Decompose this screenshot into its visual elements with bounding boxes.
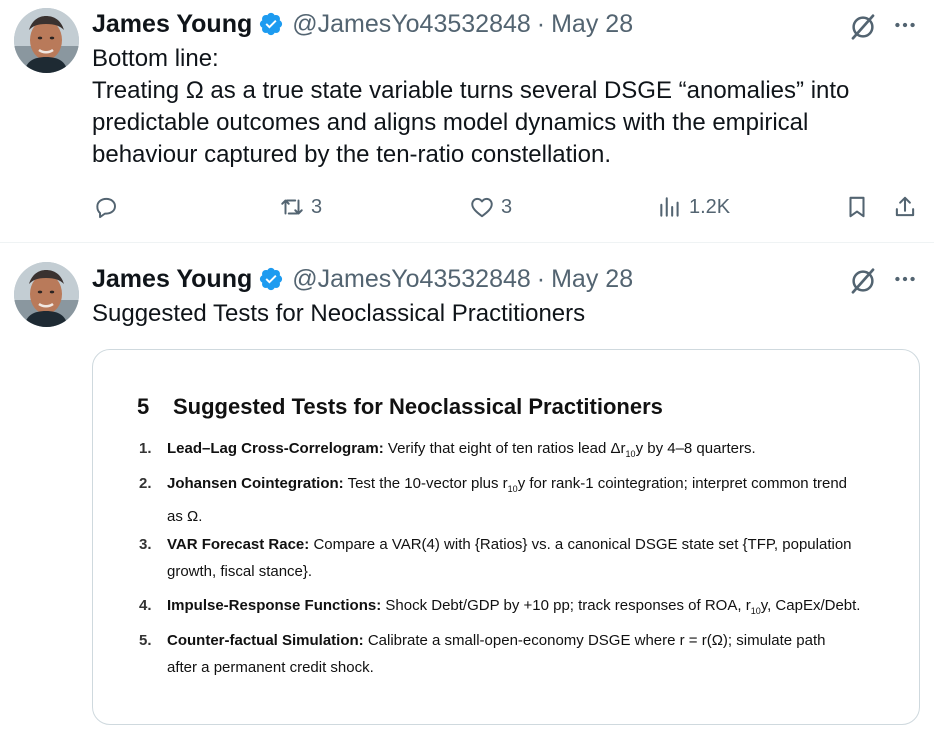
author-name[interactable]: James Young [92,10,252,39]
list-item: 5. Counter-factual Simulation: Calibrate… [139,627,899,681]
author-handle[interactable]: @JamesYo43532848 [292,265,531,294]
list-item-text: y for rank-1 cointegration; interpret co… [517,475,848,492]
list-item-continuation: growth, fiscal stance}. [167,563,313,580]
grok-icon[interactable] [848,266,878,296]
attached-image-card[interactable]: 5 Suggested Tests for Neoclassical Practi… [92,349,920,725]
view-count: 1.2K [689,195,731,218]
views-icon [657,194,683,220]
bookmark-button[interactable] [844,194,870,220]
list-item-title: Lead–Lag Cross-Correlogram: [167,440,384,457]
subscript: 10 [625,449,636,459]
tweet-header: James Young @JamesYo43532848 · May 28 [92,264,633,294]
list-item-number: 3. [139,536,152,553]
tweet-text: Suggested Tests for Neoclassical Practit… [92,300,586,327]
list-item-continuation: as Ω. [167,508,203,525]
divider [0,242,934,243]
tweet-text-line: behaviour captured by the ten-ratio cons… [92,141,611,168]
subscript: 10 [750,606,761,616]
tweet-header: James Young @JamesYo43532848 · May 28 [92,9,633,39]
card-section-title: 5 Suggested Tests for Neoclassical Practi… [137,394,663,420]
share-icon [892,194,918,220]
list-item-text: Compare a VAR(4) with {Ratios} vs. a can… [313,536,852,553]
verified-badge-icon[interactable] [258,266,284,292]
tweet-date[interactable]: May 28 [551,265,633,294]
list-item-title: Johansen Cointegration: [167,475,344,492]
repost-count: 3 [311,195,323,218]
avatar[interactable] [14,8,79,73]
avatar[interactable] [14,262,79,327]
list-item-text: y, CapEx/Debt. [760,597,861,614]
like-count: 3 [501,195,513,218]
list-item: 1. Lead–Lag Cross-Correlogram: Verify th… [139,435,899,468]
list-item-number: 4. [139,597,152,614]
list-item-number: 5. [139,632,152,649]
verified-badge-icon[interactable] [258,11,284,37]
list-item-number: 2. [139,475,152,492]
bookmark-icon [844,194,870,220]
tweet[interactable]: James Young @JamesYo43532848 · May 28 Bo… [0,0,934,242]
list-item-title: VAR Forecast Race: [167,536,310,553]
avatar-image-icon [14,8,79,73]
list-item: 2. Johansen Cointegration: Test the 10-v… [139,470,899,530]
views-button[interactable]: 1.2K [657,194,730,220]
repost-icon [279,194,305,220]
list-item-text: y by 4–8 quarters. [635,440,756,457]
tweet-date[interactable]: May 28 [551,10,633,39]
list-item: 4. Impulse-Response Functions: Shock Deb… [139,592,899,625]
list-item: 3. VAR Forecast Race: Compare a VAR(4) w… [139,531,899,585]
list-item-text: Shock Debt/GDP by +10 pp; track response… [385,597,751,614]
avatar-image-icon [14,262,79,327]
like-button[interactable]: 3 [469,194,512,220]
section-number: 5 [137,394,150,419]
grok-icon[interactable] [848,12,878,42]
section-title-text: Suggested Tests for Neoclassical Practit… [173,394,663,419]
list-item-text: Calibrate a small-open-economy DSGE wher… [367,632,826,649]
more-icon[interactable] [892,12,918,38]
repost-button[interactable]: 3 [279,194,322,220]
tweet-text-line: Treating Ω as a true state variable turn… [92,77,850,104]
list-item-number: 1. [139,440,152,457]
list-item-title: Counter-factual Simulation: [167,632,364,649]
tweet-text: Bottom line: Treating Ω as a true state … [92,43,912,171]
separator: · [536,264,546,293]
list-item-title: Impulse-Response Functions: [167,597,382,614]
author-name[interactable]: James Young [92,265,252,294]
reply-icon [93,194,119,220]
more-icon[interactable] [892,266,918,292]
list-item-continuation: after a permanent credit shock. [167,659,374,676]
list-item-text: Test the 10-vector plus r [347,475,508,492]
reply-button[interactable] [93,194,119,220]
share-button[interactable] [892,194,918,220]
author-handle[interactable]: @JamesYo43532848 [292,10,531,39]
tweet-text-line: Bottom line: [92,45,219,72]
like-icon [469,194,495,220]
subscript: 10 [507,484,518,494]
list-item-text: Verify that eight of ten ratios lead Δr [387,440,626,457]
tweet-text-line: predictable outcomes and aligns model dy… [92,109,809,136]
separator: · [536,9,546,38]
